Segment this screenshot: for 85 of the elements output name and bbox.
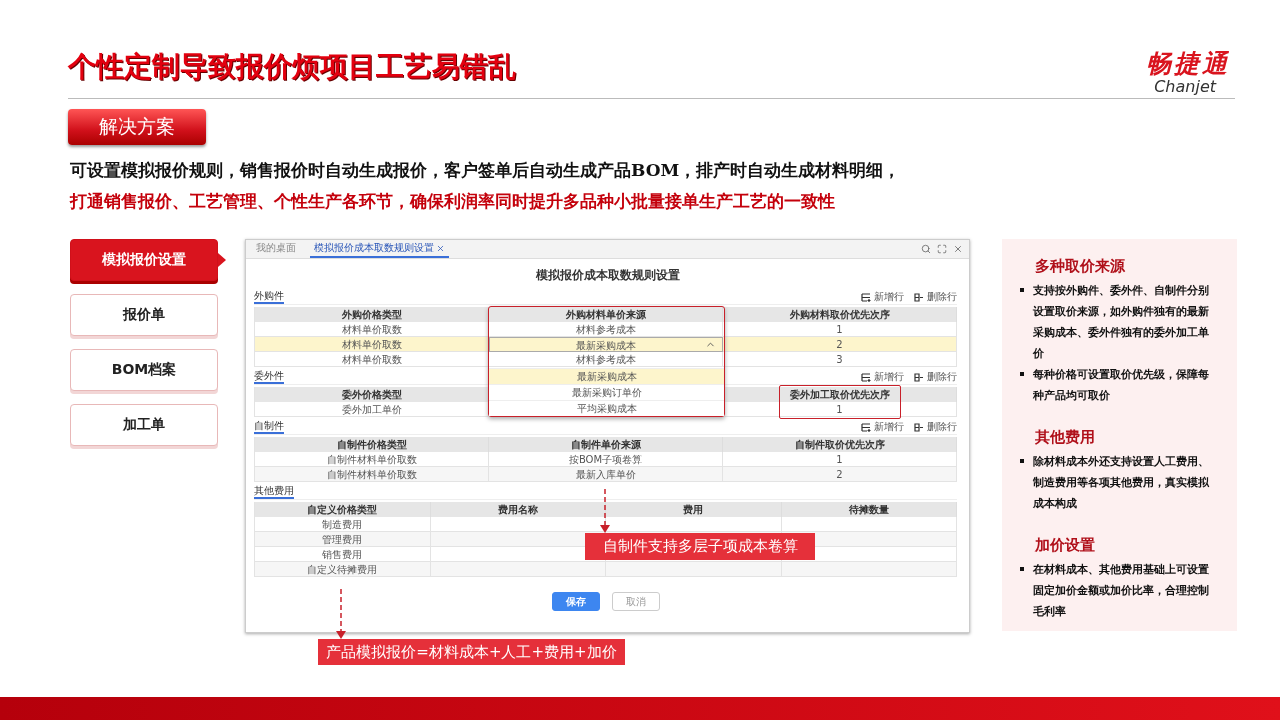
table-cell: 材料单价取数 (255, 322, 489, 337)
pointer-arrow-icon (218, 253, 226, 267)
column-header: 外购材料取价优先次序 (723, 307, 957, 322)
column-header: 自定义价格类型 (255, 502, 431, 517)
table-cell: 制造费用 (255, 517, 431, 532)
nav-button[interactable]: 报价单 (70, 294, 218, 336)
note-heading: 多种取价来源 (1035, 257, 1126, 276)
add-row-icon (861, 372, 871, 382)
logo-subtitle: Chanjet (1154, 78, 1216, 96)
column-header: 费用 (606, 502, 782, 517)
callout-label: 自制件支持多层子项成本卷算 (585, 533, 815, 560)
dashed-arrow (336, 589, 346, 639)
column-header: 费用名称 (430, 502, 606, 517)
table-cell: 管理费用 (255, 532, 431, 547)
window-heading: 模拟报价成本取数规则设置 (534, 267, 681, 284)
nav-button[interactable]: BOM档案 (70, 349, 218, 391)
table-cell: 委外加工单价 (255, 402, 489, 417)
dropdown-option[interactable]: 最新采购成本 (489, 368, 725, 384)
dashed-arrow (600, 489, 610, 533)
intro-text: 可设置模拟报价规则，销售报价时自动生成报价，客户签单后自动生成产品BOM，排产时自动生成材料明细， (70, 159, 902, 182)
bullet-icon (1020, 459, 1024, 463)
column-header: 待摊数量 (781, 502, 957, 517)
add-row-button[interactable]: 新增行 (861, 290, 904, 304)
column-header: 委外价格类型 (255, 387, 489, 402)
section-tag: 解决方案 (68, 109, 206, 145)
note-text: 在材料成本、其他费用基础上可设置固定加价金额或加价比率，合理控制毛利率 (1033, 562, 1210, 620)
table-cell: 1 (723, 452, 957, 467)
table-cell: 材料单价取数 (255, 337, 489, 352)
section-title: 其他费用 (254, 484, 294, 499)
callout-label: 产品模拟报价=材料成本+人工+费用+加价 (318, 639, 625, 665)
delete-row-button[interactable]: 删除行 (914, 370, 957, 384)
intro-text: 打通销售报价、工艺管理、个性生产各环节，确保利润率同时提升多品种小批量接单生产工艺的一致性 (70, 190, 836, 213)
table-cell: 销售费用 (255, 547, 431, 562)
section-title: 委外件 (254, 369, 284, 384)
search-icon[interactable] (921, 244, 931, 254)
close-icon[interactable] (436, 243, 445, 253)
table-cell: 2 (723, 337, 957, 352)
close-icon[interactable] (953, 244, 963, 254)
section-title: 外购件 (254, 289, 284, 304)
select-field[interactable]: 最新采购成本 (489, 337, 723, 352)
table-cell: 材料参考成本 (489, 352, 723, 367)
column-header: 自制件单价来源 (489, 437, 723, 452)
table-cell: 2 (723, 467, 957, 482)
delete-row-button[interactable]: 删除行 (914, 290, 957, 304)
note-text: 每种价格可设置取价优先级，保障每种产品均可取价 (1033, 367, 1210, 404)
bullet-icon (1020, 372, 1024, 376)
column-header: 自制件取价优先次序 (723, 437, 957, 452)
table-cell: 1 (723, 402, 957, 417)
bullet-icon (1020, 288, 1024, 292)
delete-row-button[interactable]: 删除行 (914, 420, 957, 434)
add-row-icon (861, 292, 871, 302)
slide-title: 个性定制导致报价烦项目工艺易错乱 (68, 49, 516, 85)
table-cell: 1 (723, 322, 957, 337)
column-header: 外购价格类型 (255, 307, 489, 322)
add-row-button[interactable]: 新增行 (861, 370, 904, 384)
maximize-icon[interactable] (937, 244, 947, 254)
table-cell: 按BOM子项卷算 (489, 452, 723, 467)
note-heading: 加价设置 (1035, 536, 1096, 555)
delete-row-icon (914, 372, 924, 382)
section-title: 自制件 (254, 419, 284, 434)
column-header: 外购材料单价来源 (489, 307, 723, 322)
table-cell: 材料参考成本 (489, 322, 723, 337)
note-text: 除材料成本外还支持设置人工费用、制造费用等各项其他费用，真实模拟成本构成 (1033, 454, 1210, 512)
save-button[interactable]: 保存 (551, 592, 600, 611)
table-cell: 自定义待摊费用 (255, 562, 431, 577)
delete-row-icon (914, 292, 924, 302)
delete-row-icon (914, 422, 924, 432)
bullet-icon (1020, 567, 1024, 571)
add-row-button[interactable]: 新增行 (861, 420, 904, 434)
window-tab[interactable]: 模拟报价成本取数规则设置 (310, 240, 449, 258)
logo-text: 畅捷通 (1146, 50, 1230, 78)
table-cell: 材料单价取数 (255, 352, 489, 367)
column-header: 委外加工取价优先次序 (723, 387, 957, 402)
dropdown-option[interactable]: 最新采购订单价 (489, 384, 725, 400)
table-cell: 最新入库单价 (489, 467, 723, 482)
note-heading: 其他费用 (1035, 428, 1096, 447)
column-header: 自制件价格类型 (255, 437, 489, 452)
add-row-icon (861, 422, 871, 432)
table-cell: 自制件材料单价取数 (255, 452, 489, 467)
nav-button[interactable]: 模拟报价设置 (70, 239, 218, 281)
note-text: 支持按外购件、委外件、自制件分别设置取价来源，如外购件独有的最新采购成本、委外件独有的委外加工单价 (1033, 283, 1210, 362)
dropdown-option[interactable]: 平均采购成本 (489, 400, 725, 416)
table-cell: 3 (723, 352, 957, 367)
nav-button[interactable]: 加工单 (70, 404, 218, 446)
table-cell: 自制件材料单价取数 (255, 467, 489, 482)
